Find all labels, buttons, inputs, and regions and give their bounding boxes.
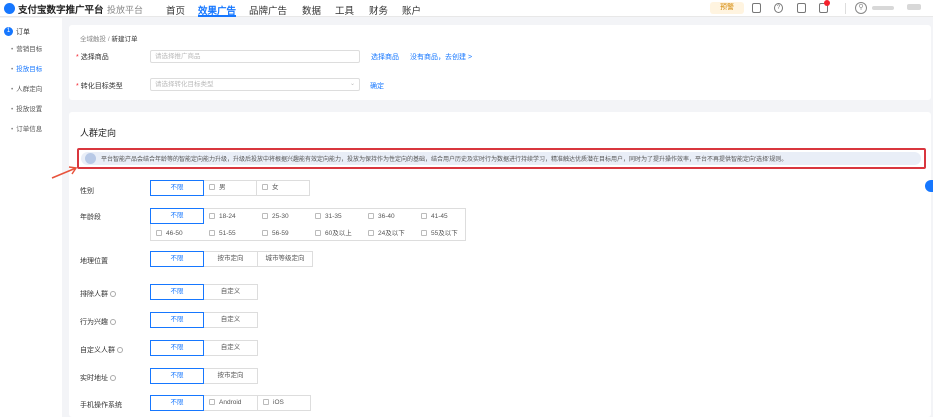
- document-icon[interactable]: [752, 3, 761, 13]
- brand-title: 支付宝数字推广平台: [18, 5, 104, 16]
- product-select[interactable]: 请选择推广商品: [150, 50, 360, 63]
- age-option[interactable]: 60及以上: [315, 226, 367, 241]
- select-product-link[interactable]: 选择商品: [371, 52, 399, 62]
- age-option[interactable]: 51-55: [209, 226, 261, 241]
- gender-unlimited-button[interactable]: 不限: [150, 180, 204, 196]
- clipboard-icon[interactable]: [797, 3, 806, 13]
- nav-data[interactable]: 数据: [302, 3, 321, 17]
- nav-account[interactable]: 账户: [402, 3, 421, 17]
- custom-unlimited-button[interactable]: 不限: [150, 340, 204, 356]
- sidebar-item-audience[interactable]: 人群定向: [11, 83, 42, 93]
- step-title: 订单: [16, 29, 30, 36]
- interest-unlimited-button[interactable]: 不限: [150, 312, 204, 328]
- conversion-select[interactable]: 请选择转化目标类型 ⌄: [150, 78, 360, 91]
- create-product-link[interactable]: 没有商品，去创建 >: [410, 52, 472, 62]
- nav-active-indicator: [198, 15, 236, 17]
- conversion-confirm-link[interactable]: 确定: [370, 81, 384, 91]
- age-option[interactable]: 46-50: [156, 226, 208, 241]
- warning-button[interactable]: 预警: [710, 2, 744, 14]
- gender-male-checkbox[interactable]: 男: [203, 180, 257, 196]
- sidebar-item-delivery-settings[interactable]: 投放设置: [11, 103, 42, 113]
- conversion-placeholder: 请选择转化目标类型: [155, 81, 214, 88]
- location-unlimited-button[interactable]: 不限: [150, 368, 204, 384]
- question-icon: [117, 347, 123, 354]
- age-option[interactable]: 55及以下: [421, 226, 473, 241]
- region-unlimited-button[interactable]: 不限: [150, 251, 204, 267]
- nav-home[interactable]: 首页: [166, 3, 185, 17]
- exclude-unlimited-button[interactable]: 不限: [150, 284, 204, 300]
- os-android-checkbox[interactable]: Android: [203, 395, 258, 411]
- region-city-level-button[interactable]: 城市等级定向: [257, 251, 313, 267]
- breadcrumb: 全域触投 / 新建订单: [80, 33, 137, 43]
- user-menu-redacted[interactable]: [907, 4, 921, 10]
- custom-custom-button[interactable]: 自定义: [203, 340, 258, 356]
- top-bar: 支付宝数字推广平台 投放平台 首页 效果广告 品牌广告 数据 工具 财务 账户 …: [0, 0, 933, 17]
- nav-brand-ads[interactable]: 品牌广告: [249, 3, 287, 17]
- question-icon: [110, 291, 116, 298]
- help-icon[interactable]: ?: [774, 3, 783, 13]
- os-ios-checkbox[interactable]: iOS: [257, 395, 311, 411]
- user-name-redacted[interactable]: [872, 6, 894, 10]
- gender-female-checkbox[interactable]: 女: [256, 180, 310, 196]
- alipay-logo-icon: [4, 3, 15, 14]
- interest-custom-button[interactable]: 自定义: [203, 312, 258, 328]
- age-option[interactable]: 41-45: [421, 209, 473, 224]
- sidebar-item-delivery-goal[interactable]: 投放目标: [11, 63, 42, 73]
- exclude-audience-label: 排除人群: [80, 289, 116, 299]
- side-float-handle[interactable]: [925, 180, 933, 192]
- os-label: 手机操作系统: [80, 402, 122, 409]
- notice-banner: 平台智能产品会结合年龄等的智能定向能力升级，升级后投放中将根据兴趣能有效定向能力…: [81, 152, 921, 165]
- breadcrumb-separator: /: [107, 36, 110, 43]
- location-city-button[interactable]: 按市定向: [203, 368, 258, 384]
- age-option[interactable]: 24及以下: [368, 226, 420, 241]
- step-sidebar: 1 订单 营销目标 投放目标 人群定向 投放设置 订单信息: [0, 18, 62, 417]
- step-number: 1: [4, 27, 13, 36]
- age-label: 年龄段: [80, 214, 101, 221]
- chevron-down-icon: ⌄: [349, 81, 355, 87]
- realtime-location-label: 实时地址: [80, 373, 116, 383]
- section-title: 人群定向: [80, 128, 117, 138]
- notification-badge: [824, 0, 830, 6]
- os-unlimited-button[interactable]: 不限: [150, 395, 204, 411]
- product-placeholder: 请选择推广商品: [155, 53, 201, 60]
- age-options-grid: 不限 18-24 25-30 31-35 36-40 41-45 46-50 5…: [150, 208, 466, 241]
- region-label: 地理位置: [80, 258, 108, 265]
- red-arrow-icon: [51, 166, 78, 179]
- age-option[interactable]: 56-59: [262, 226, 314, 241]
- exclude-custom-button[interactable]: 自定义: [203, 284, 258, 300]
- conversion-label: * 转化目标类型: [76, 83, 123, 90]
- age-option[interactable]: 25-30: [262, 209, 314, 224]
- breadcrumb-current: 新建订单: [111, 36, 138, 43]
- notice-highlight-box: 平台智能产品会结合年龄等的智能定向能力升级，升级后投放中将根据兴趣能有效定向能力…: [77, 148, 926, 169]
- nav-tools[interactable]: 工具: [335, 3, 354, 17]
- region-city-button[interactable]: 按市定向: [203, 251, 258, 267]
- product-label: * 选择商品: [76, 54, 109, 61]
- sidebar-item-order-info[interactable]: 订单信息: [11, 123, 42, 133]
- age-option[interactable]: 18-24: [209, 209, 261, 224]
- question-icon: [110, 375, 116, 382]
- nav-finance[interactable]: 财务: [369, 3, 388, 17]
- gender-label: 性别: [80, 188, 94, 195]
- age-option[interactable]: 31-35: [315, 209, 367, 224]
- sidebar-item-marketing-goal[interactable]: 营销目标: [11, 43, 42, 53]
- question-icon: [110, 319, 116, 326]
- age-unlimited-button[interactable]: 不限: [150, 208, 204, 224]
- notice-text: 平台智能产品会结合年龄等的智能定向能力升级，升级后投放中将根据兴趣能有效定向能力…: [101, 157, 788, 163]
- breadcrumb-parent[interactable]: 全域触投: [80, 36, 106, 43]
- user-avatar-icon[interactable]: ⚲: [855, 2, 867, 14]
- warning-label: 预警: [720, 4, 734, 11]
- brand-subtitle: 投放平台: [107, 5, 144, 15]
- custom-audience-label: 自定义人群: [80, 345, 123, 355]
- age-option[interactable]: 36-40: [368, 209, 420, 224]
- info-illustration-icon: [85, 153, 96, 164]
- header-divider: [845, 3, 846, 14]
- interest-label: 行为兴趣: [80, 317, 116, 327]
